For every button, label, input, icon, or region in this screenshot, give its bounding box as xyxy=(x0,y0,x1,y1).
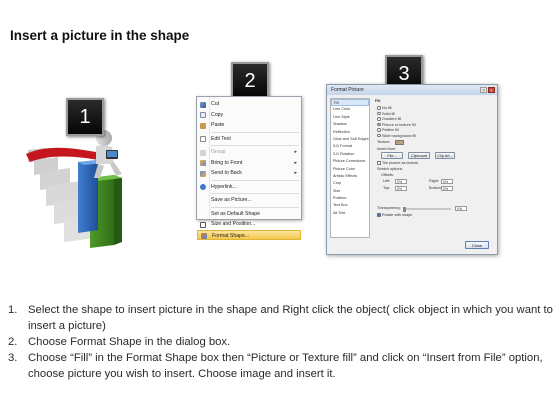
send-back-icon xyxy=(200,170,206,177)
clip-art-button[interactable]: Clip Art... xyxy=(435,152,455,159)
clipboard-button[interactable]: Clipboard xyxy=(408,152,430,159)
nav-item-position[interactable]: Position xyxy=(331,195,369,202)
bring-front-icon xyxy=(200,160,206,166)
stretch-options-label: Stretch options xyxy=(377,167,403,171)
radio-gradient-fill[interactable]: Gradient fill xyxy=(377,117,401,121)
offsets-label: Offsets: xyxy=(381,172,395,177)
nav-item-picture-corrections[interactable]: Picture Corrections xyxy=(331,158,369,165)
tile-checkbox[interactable]: Tile picture as texture xyxy=(377,161,418,165)
nav-item-text-box[interactable]: Text Box xyxy=(331,202,369,209)
transparency-label: Transparency: xyxy=(377,206,402,210)
instruction-step-3: 3. Choose “Fill” in the Format Shape box … xyxy=(8,352,543,380)
insert-file-button[interactable]: File... xyxy=(381,152,403,159)
radio-slide-background-fill[interactable]: Slide background fill xyxy=(377,134,416,138)
nav-item-reflection[interactable]: Reflection xyxy=(331,129,369,136)
menu-item-set-default-shape[interactable]: Set as Default Shape xyxy=(197,209,301,220)
size-position-icon xyxy=(200,221,206,228)
nav-item-line-style[interactable]: Line Style xyxy=(331,114,369,121)
blue-bar xyxy=(78,160,98,233)
insert-from-label: Insert from: xyxy=(377,147,397,151)
offset-right-field[interactable]: 0% xyxy=(441,178,453,184)
person-figure xyxy=(94,130,122,178)
menu-item-copy[interactable]: Copy xyxy=(197,110,301,121)
texture-label: Texture: xyxy=(377,140,391,144)
staircase-figure-illustration xyxy=(26,130,122,248)
menu-item-edit-text[interactable]: Edit Text xyxy=(197,134,301,145)
instruction-step-2: 2. Choose Format Shape in the dialog box. xyxy=(8,336,231,348)
format-shape-icon xyxy=(201,233,207,239)
menu-item-send-to-back[interactable]: Send to Back ▸ xyxy=(197,168,301,179)
nav-item-crop[interactable]: Crop xyxy=(331,180,369,187)
dialog-title: Format Picture xyxy=(331,87,364,93)
radio-solid-fill[interactable]: Solid fill xyxy=(377,112,395,116)
offset-top-field[interactable]: 0% xyxy=(395,185,407,191)
help-button[interactable]: ? xyxy=(480,86,487,93)
nav-item-glow[interactable]: Glow and Soft Edges xyxy=(331,136,369,143)
nav-item-3d-rotation[interactable]: 3-D Rotation xyxy=(331,151,369,158)
radio-picture-texture-fill[interactable]: Picture or texture fill xyxy=(377,123,416,127)
dialog-fill-panel: Fill No fill Solid fill Gradient fill Pi… xyxy=(373,98,495,238)
menu-item-size-position[interactable]: Size and Position... xyxy=(197,219,301,230)
nav-item-shadow[interactable]: Shadow xyxy=(331,121,369,128)
offset-right-label: Right: xyxy=(429,179,439,183)
menu-item-group[interactable]: Group ▸ xyxy=(197,147,301,158)
slider-knob[interactable] xyxy=(403,206,406,212)
instruction-step-1: 1. Select the shape to insert picture in … xyxy=(8,304,553,332)
nav-item-3d-format[interactable]: 3-D Format xyxy=(331,143,369,150)
submenu-arrow-icon: ▸ xyxy=(294,159,297,166)
page-title: Insert a picture in the shape xyxy=(10,28,190,43)
menu-item-bring-to-front[interactable]: Bring to Front ▸ xyxy=(197,158,301,169)
menu-item-save-as-picture[interactable]: Save as Picture... xyxy=(197,195,301,206)
transparency-slider[interactable] xyxy=(403,206,451,212)
close-button[interactable]: Close xyxy=(465,241,489,249)
nav-item-alt-text[interactable]: Alt Text xyxy=(331,210,369,217)
context-menu: Cut Copy Paste Edit Text Group ▸ Bring to… xyxy=(196,96,302,240)
nav-item-fill[interactable]: Fill xyxy=(331,99,369,107)
menu-item-paste[interactable]: Paste xyxy=(197,120,301,131)
menu-item-hyperlink[interactable]: Hyperlink... xyxy=(197,182,301,193)
nav-item-size[interactable]: Size xyxy=(331,188,369,195)
offset-top-label: Top: xyxy=(383,186,391,190)
hyperlink-icon xyxy=(200,184,206,190)
paste-icon xyxy=(200,122,206,129)
offset-left-field[interactable]: 0% xyxy=(395,178,407,184)
fill-heading: Fill xyxy=(375,99,381,103)
texture-picker[interactable] xyxy=(395,139,404,145)
menu-item-format-shape[interactable]: Format Shape... xyxy=(197,229,301,240)
menu-item-cut[interactable]: Cut xyxy=(197,99,301,110)
scissors-icon xyxy=(200,101,206,108)
copy-icon xyxy=(200,112,206,118)
close-icon[interactable]: × xyxy=(488,86,495,93)
submenu-arrow-icon: ▸ xyxy=(294,149,297,155)
edit-text-icon xyxy=(200,136,206,142)
format-picture-dialog: Format Picture ? × Fill Line Color Line … xyxy=(326,84,498,255)
radio-pattern-fill[interactable]: Pattern fill xyxy=(377,128,399,132)
transparency-field[interactable]: 0% xyxy=(455,205,467,211)
dialog-titlebar: Format Picture ? × xyxy=(327,85,497,95)
radio-no-fill[interactable]: No fill xyxy=(377,106,392,110)
submenu-arrow-icon: ▸ xyxy=(294,170,297,176)
offset-bottom-field[interactable]: 0% xyxy=(441,185,453,191)
nav-item-line-color[interactable]: Line Color xyxy=(331,106,369,113)
step-1-badge: 1 xyxy=(66,98,104,136)
nav-item-picture-color[interactable]: Picture Color xyxy=(331,166,369,173)
group-icon xyxy=(200,149,206,156)
nav-item-artistic-effects[interactable]: Artistic Effects xyxy=(331,173,369,180)
offset-left-label: Left: xyxy=(383,179,391,183)
dialog-nav-list: Fill Line Color Line Style Shadow Reflec… xyxy=(330,98,370,238)
rotate-with-shape-checkbox[interactable]: Rotate with shape xyxy=(377,213,412,217)
instructions-list: 1. Select the shape to insert picture in … xyxy=(8,302,556,382)
step-2-badge: 2 xyxy=(231,62,269,100)
